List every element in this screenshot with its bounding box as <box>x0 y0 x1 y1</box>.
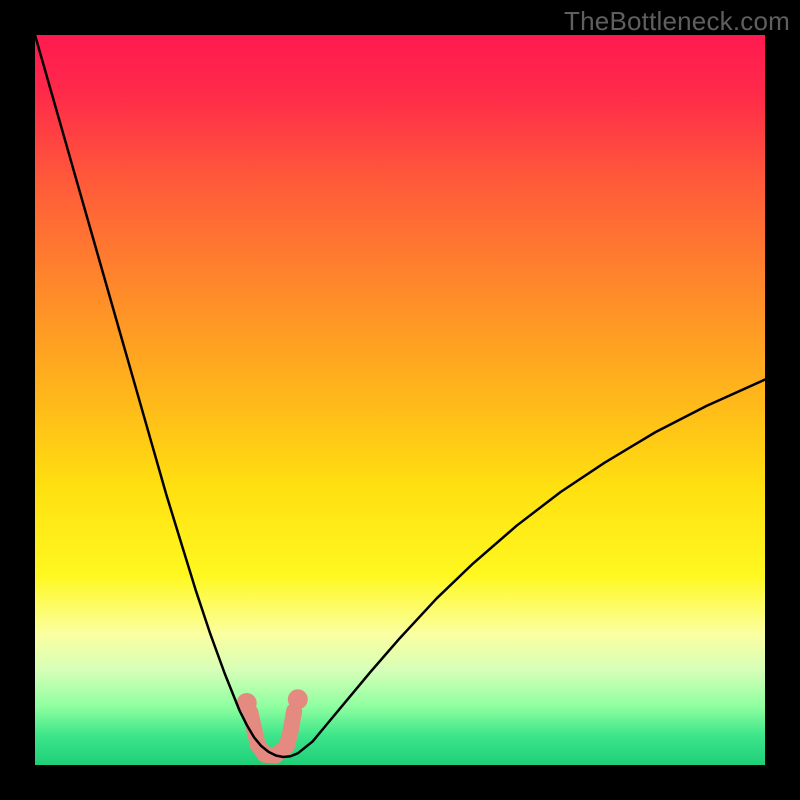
chart-svg <box>35 35 765 765</box>
watermark-text: TheBottleneck.com <box>564 6 790 37</box>
plot-area <box>35 35 765 765</box>
chart-frame: TheBottleneck.com <box>0 0 800 800</box>
dot-right <box>288 689 308 709</box>
gradient-background <box>35 35 765 765</box>
